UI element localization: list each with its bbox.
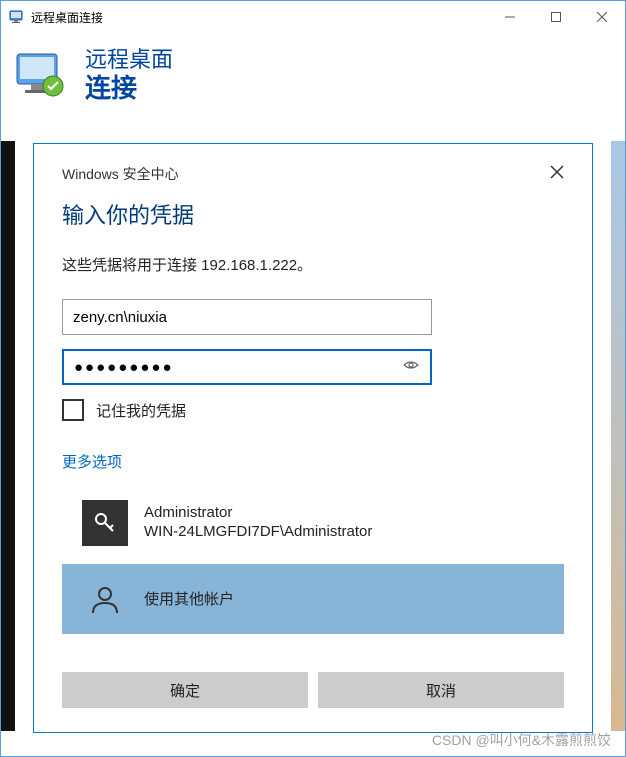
cancel-button[interactable]: 取消 (318, 672, 564, 708)
credentials-description: 这些凭据将用于连接 192.168.1.222。 (62, 254, 564, 275)
dialog-close-button[interactable] (536, 165, 564, 184)
remember-label: 记住我的凭据 (96, 400, 186, 421)
rdp-icon (9, 9, 25, 25)
account-option-other[interactable]: 使用其他帐户 (62, 564, 564, 634)
header-line2: 连接 (85, 73, 173, 104)
rdp-header-text: 远程桌面 连接 (85, 47, 173, 105)
window-title: 远程桌面连接 (31, 9, 487, 26)
security-header: Windows 安全中心 (62, 164, 179, 184)
watermark: CSDN @叫小何&木露煎煎饺 (432, 730, 611, 750)
credentials-dialog: Windows 安全中心 输入你的凭据 这些凭据将用于连接 192.168.1.… (33, 143, 593, 733)
reveal-password-icon[interactable] (402, 356, 420, 378)
maximize-button[interactable] (533, 1, 579, 33)
key-icon (82, 500, 128, 546)
background-left (1, 141, 15, 731)
background-right (611, 141, 625, 731)
password-field[interactable]: ●●●●●●●●● (74, 359, 174, 376)
username-field[interactable] (73, 309, 421, 326)
more-options-link[interactable]: 更多选项 (62, 451, 564, 472)
password-input[interactable]: ●●●●●●●●● (62, 349, 432, 385)
minimize-button[interactable] (487, 1, 533, 33)
titlebar: 远程桌面连接 (1, 1, 625, 33)
account-name: Administrator (144, 504, 372, 521)
other-account-label: 使用其他帐户 (144, 589, 234, 610)
ok-button[interactable]: 确定 (62, 672, 308, 708)
account-option-admin[interactable]: Administrator WIN-24LMGFDI7DF\Administra… (62, 488, 564, 558)
rdp-header: 远程桌面 连接 (1, 33, 625, 123)
window-controls (487, 1, 625, 33)
username-input[interactable] (62, 299, 432, 335)
header-line1: 远程桌面 (85, 47, 173, 73)
account-domain: WIN-24LMGFDI7DF\Administrator (144, 521, 372, 542)
credentials-heading: 输入你的凭据 (62, 198, 564, 230)
rdp-window: 远程桌面连接 远程桌面 连接 (0, 0, 626, 757)
close-button[interactable] (579, 1, 625, 33)
user-icon (82, 576, 128, 622)
rdp-logo-icon (13, 48, 69, 104)
remember-credentials-row[interactable]: 记住我的凭据 (62, 399, 564, 421)
remember-checkbox[interactable] (62, 399, 84, 421)
